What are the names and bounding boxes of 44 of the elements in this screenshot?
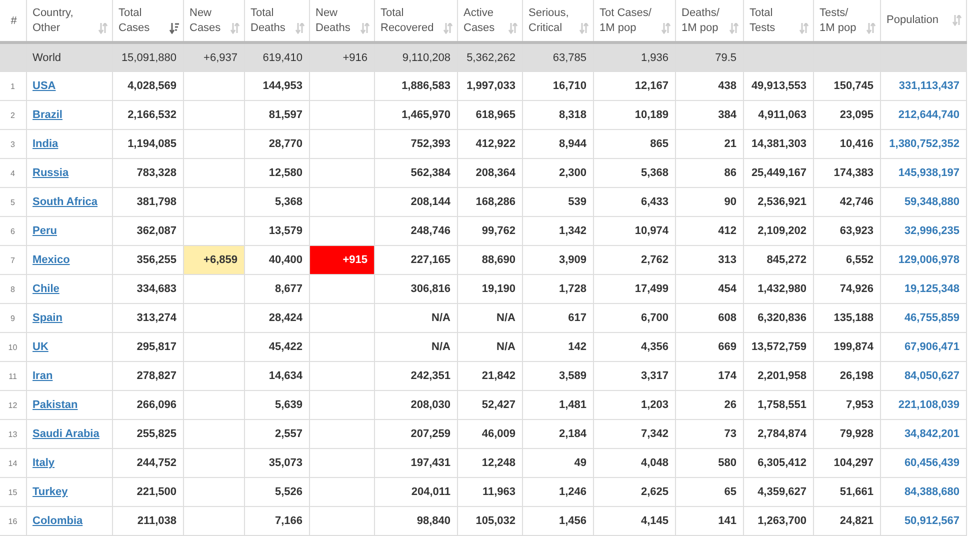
country-link[interactable]: Chile (32, 283, 60, 295)
country-link[interactable]: Peru (32, 225, 57, 237)
table-cell: 50,912,567 (880, 506, 966, 536)
column-header[interactable]: Active Cases (464, 6, 495, 36)
sort-icon[interactable] (168, 22, 178, 34)
country-link[interactable]: Colombia (32, 515, 83, 527)
column-header[interactable]: Tot Cases/ 1M pop (600, 6, 652, 36)
country-link[interactable]: India (32, 138, 58, 150)
column-header[interactable]: Total Deaths (250, 6, 286, 36)
column-header[interactable]: Population (886, 13, 938, 28)
table-cell: 24,821 (813, 506, 880, 536)
country-link[interactable]: UK (32, 341, 48, 353)
column-header[interactable]: Country, Other (32, 6, 74, 36)
table-cell: 105,032 (457, 506, 522, 536)
country-link[interactable]: Iran (32, 370, 53, 382)
column-header[interactable]: Total Cases (118, 6, 150, 36)
table-cell: 7,166 (244, 506, 309, 536)
table-cell: +915 (309, 246, 374, 274)
country-link[interactable]: Italy (32, 457, 55, 469)
table-cell: 211,038 (112, 506, 183, 536)
table-cell: 98,840 (374, 506, 457, 536)
country-link[interactable]: USA (32, 80, 56, 92)
column-header[interactable]: Serious, Critical (528, 6, 569, 36)
row-number: 16 (0, 506, 26, 536)
country-link[interactable]: Spain (32, 312, 62, 324)
country-link[interactable]: Russia (32, 167, 69, 179)
country-link[interactable]: Turkey (32, 486, 68, 498)
column-header[interactable]: Deaths/ 1M pop (682, 6, 720, 36)
country-link[interactable]: South Africa (32, 196, 98, 208)
table-cell: 1,263,700 (743, 506, 813, 536)
table-cell: 141 (675, 506, 743, 536)
column-header[interactable]: New Deaths (316, 6, 350, 36)
country-link[interactable]: Saudi Arabia (32, 428, 100, 440)
column-header[interactable]: Total Tests (750, 6, 776, 36)
column-header[interactable]: Tests/ 1M pop (820, 6, 856, 36)
column-header[interactable]: Total Recovered (380, 6, 434, 36)
table-cell: +6,859 (183, 246, 244, 274)
table-cell: 4,145 (593, 506, 675, 536)
country-link[interactable]: Mexico (32, 254, 70, 266)
country-link[interactable]: Pakistan (32, 399, 78, 411)
country-link[interactable]: Brazil (32, 109, 62, 121)
table-cell: 1,456 (522, 506, 593, 536)
column-header: # (10, 14, 18, 26)
column-header[interactable]: New Cases (190, 6, 221, 36)
